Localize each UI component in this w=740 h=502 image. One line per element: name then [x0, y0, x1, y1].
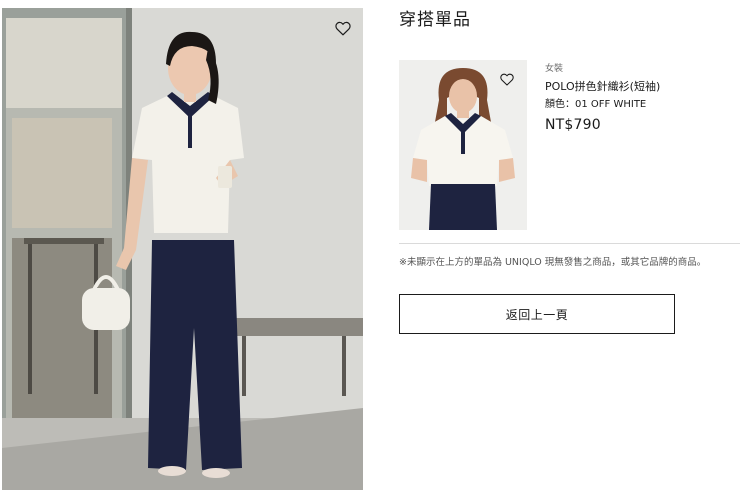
- disclaimer-note: ※未顯示在上方的單品為 UNIQLO 現無發售之商品，或其它品牌的商品。: [399, 257, 707, 268]
- section-title: 穿搭單品: [399, 10, 471, 30]
- back-button[interactable]: 返回上一頁: [399, 294, 675, 334]
- heart-outline-icon: [500, 73, 514, 86]
- product-image[interactable]: [399, 60, 527, 230]
- divider: [399, 243, 740, 244]
- product-favorite-button[interactable]: [498, 70, 516, 88]
- product-name-link[interactable]: POLO拼色針織衫(短袖): [545, 79, 735, 95]
- product-gender: 女裝: [545, 64, 564, 74]
- outfit-photo-illustration: [2, 8, 363, 490]
- product-price: NT$790: [545, 117, 601, 133]
- product-color: 顏色：01 OFF WHITE: [545, 99, 647, 110]
- heart-outline-icon: [335, 21, 351, 35]
- favorite-button[interactable]: [332, 17, 354, 39]
- product-card[interactable]: 女裝 POLO拼色針織衫(短袖) 顏色：01 OFF WHITE NT$790: [399, 60, 729, 232]
- product-info: 女裝 POLO拼色針織衫(短袖) 顏色：01 OFF WHITE NT$790: [545, 62, 735, 135]
- outfit-photo: [2, 8, 363, 490]
